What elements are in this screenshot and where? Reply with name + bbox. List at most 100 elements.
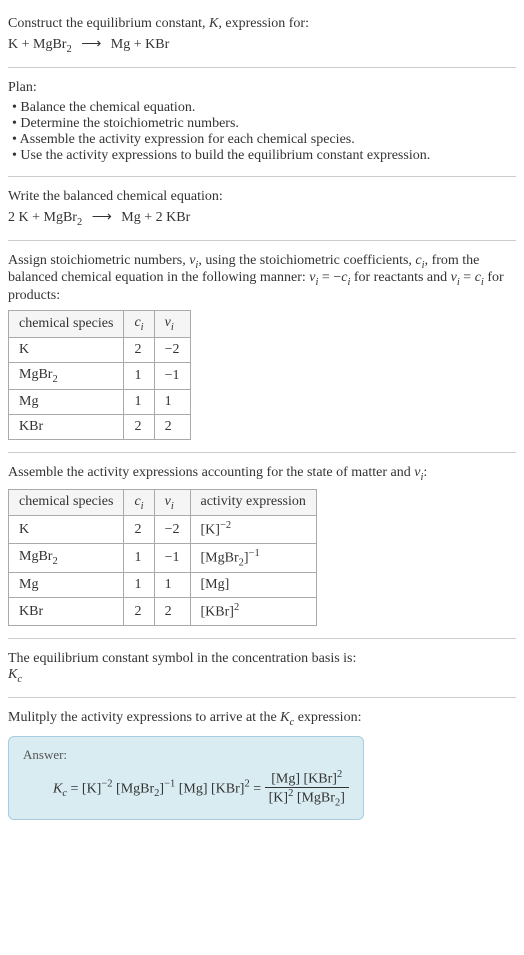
multiply-section: Mulitply the activity expressions to arr… <box>8 702 516 828</box>
cell-nu: 1 <box>154 389 190 414</box>
cell-activity: [K]−2 <box>190 516 316 544</box>
divider <box>8 176 516 177</box>
cell-c: 2 <box>124 337 154 362</box>
cell-species: K <box>9 337 124 362</box>
t: : <box>423 465 427 480</box>
t: Mulitply the activity expressions to arr… <box>8 710 280 725</box>
a: [K] <box>201 523 220 538</box>
symbol-text: The equilibrium constant symbol in the c… <box>8 651 516 667</box>
cell-species: KBr <box>9 414 124 439</box>
d: [K] <box>269 791 288 806</box>
sub: i <box>141 322 144 333</box>
plan-item: • Determine the stoichiometric numbers. <box>8 116 516 132</box>
sup: 2 <box>234 602 239 613</box>
s: MgBr <box>19 367 52 382</box>
sup: −1 <box>164 778 175 789</box>
th-nu: νi <box>154 311 190 338</box>
eq-rhs: Mg + KBr <box>111 37 169 52</box>
table-header-row: chemical species ci νi <box>9 311 191 338</box>
t: Assign stoichiometric numbers, <box>8 253 189 268</box>
eq: = <box>250 781 265 796</box>
table-row: Mg 1 1 [Mg] <box>9 573 317 598</box>
sub: i <box>171 500 174 511</box>
cell-nu: −1 <box>154 362 190 389</box>
divider <box>8 697 516 698</box>
divider <box>8 67 516 68</box>
s: MgBr <box>19 549 52 564</box>
eq-lhs: K + MgBr <box>8 37 66 52</box>
cell-nu: 2 <box>154 414 190 439</box>
denominator: [K]2 [MgBr2] <box>265 788 349 808</box>
divider <box>8 452 516 453</box>
s: K <box>19 342 29 357</box>
b-lhs: 2 K + MgBr <box>8 210 77 225</box>
table-row: K 2 −2 <box>9 337 191 362</box>
cell-nu: −2 <box>154 516 190 544</box>
th-c: ci <box>124 489 154 516</box>
balanced-section: Write the balanced chemical equation: 2 … <box>8 181 516 236</box>
plan-item: • Use the activity expressions to build … <box>8 148 516 164</box>
activity-table: chemical species ci νi activity expressi… <box>8 489 317 627</box>
k: K <box>8 667 17 682</box>
activity-text: Assemble the activity expressions accoun… <box>8 465 516 483</box>
s: K <box>19 522 29 537</box>
answer-box: Answer: Kc = [K]−2 [MgBr2]−1 [Mg] [KBr]2… <box>8 736 364 820</box>
b-lhs-sub: 2 <box>77 217 82 228</box>
th-c: ci <box>124 311 154 338</box>
b-rhs: Mg + 2 KBr <box>121 210 190 225</box>
cell-nu: −2 <box>154 337 190 362</box>
eq: = [K] <box>67 781 101 796</box>
sub: i <box>141 500 144 511</box>
cell-nu: 2 <box>154 598 190 626</box>
cell-species: MgBr2 <box>9 362 124 389</box>
cell-c: 2 <box>124 516 154 544</box>
cell-c: 2 <box>124 414 154 439</box>
sup: −2 <box>101 778 112 789</box>
plan-section: Plan: • Balance the chemical equation. •… <box>8 72 516 172</box>
top-equation: K + MgBr2 ⟶ Mg + KBr <box>8 36 516 55</box>
t: expression: <box>294 710 361 725</box>
numerator: [Mg] [KBr]2 <box>265 769 349 789</box>
symbol-section: The equilibrium constant symbol in the c… <box>8 643 516 693</box>
symbol-kc: Kc <box>8 667 516 685</box>
answer-equation: Kc = [K]−2 [MgBr2]−1 [Mg] [KBr]2 = [Mg] … <box>23 769 349 809</box>
title-section: Construct the equilibrium constant, K, e… <box>8 8 516 63</box>
cell-activity: [MgBr2]−1 <box>190 544 316 573</box>
table-row: KBr 2 2 <box>9 414 191 439</box>
s: Mg <box>19 394 38 409</box>
multiply-text: Mulitply the activity expressions to arr… <box>8 710 516 728</box>
p: [MgBr <box>113 781 155 796</box>
th-species: chemical species <box>9 489 124 516</box>
d: [MgBr <box>293 791 335 806</box>
n: [Mg] [KBr] <box>271 771 337 786</box>
plan-item: • Balance the chemical equation. <box>8 100 516 116</box>
answer-label: Answer: <box>23 747 349 763</box>
s: KBr <box>19 604 43 619</box>
cell-c: 1 <box>124 573 154 598</box>
stoich-text: Assign stoichiometric numbers, νi, using… <box>8 253 516 305</box>
table-row: Mg 1 1 <box>9 389 191 414</box>
plan-list: • Balance the chemical equation. • Deter… <box>8 100 516 164</box>
cell-c: 1 <box>124 362 154 389</box>
d: ] <box>340 791 345 806</box>
title-prefix: Construct the equilibrium constant, <box>8 16 209 31</box>
cell-activity: [Mg] <box>190 573 316 598</box>
s: Mg <box>19 577 38 592</box>
th-nu: νi <box>154 489 190 516</box>
sup: −2 <box>220 520 231 531</box>
cell-species: K <box>9 516 124 544</box>
th-activity: activity expression <box>190 489 316 516</box>
fraction: [Mg] [KBr]2[K]2 [MgBr2] <box>265 769 349 809</box>
activity-section: Assemble the activity expressions accoun… <box>8 457 516 634</box>
cell-c: 2 <box>124 598 154 626</box>
sub: i <box>171 322 174 333</box>
table-row: K 2 −2 [K]−2 <box>9 516 317 544</box>
s: KBr <box>19 419 43 434</box>
cell-nu: −1 <box>154 544 190 573</box>
sup: 2 <box>337 769 342 780</box>
arrow-icon: ⟶ <box>92 209 112 226</box>
title-k: K <box>209 16 218 31</box>
k: K <box>280 710 289 725</box>
cell-species: MgBr2 <box>9 544 124 573</box>
cell-c: 1 <box>124 389 154 414</box>
